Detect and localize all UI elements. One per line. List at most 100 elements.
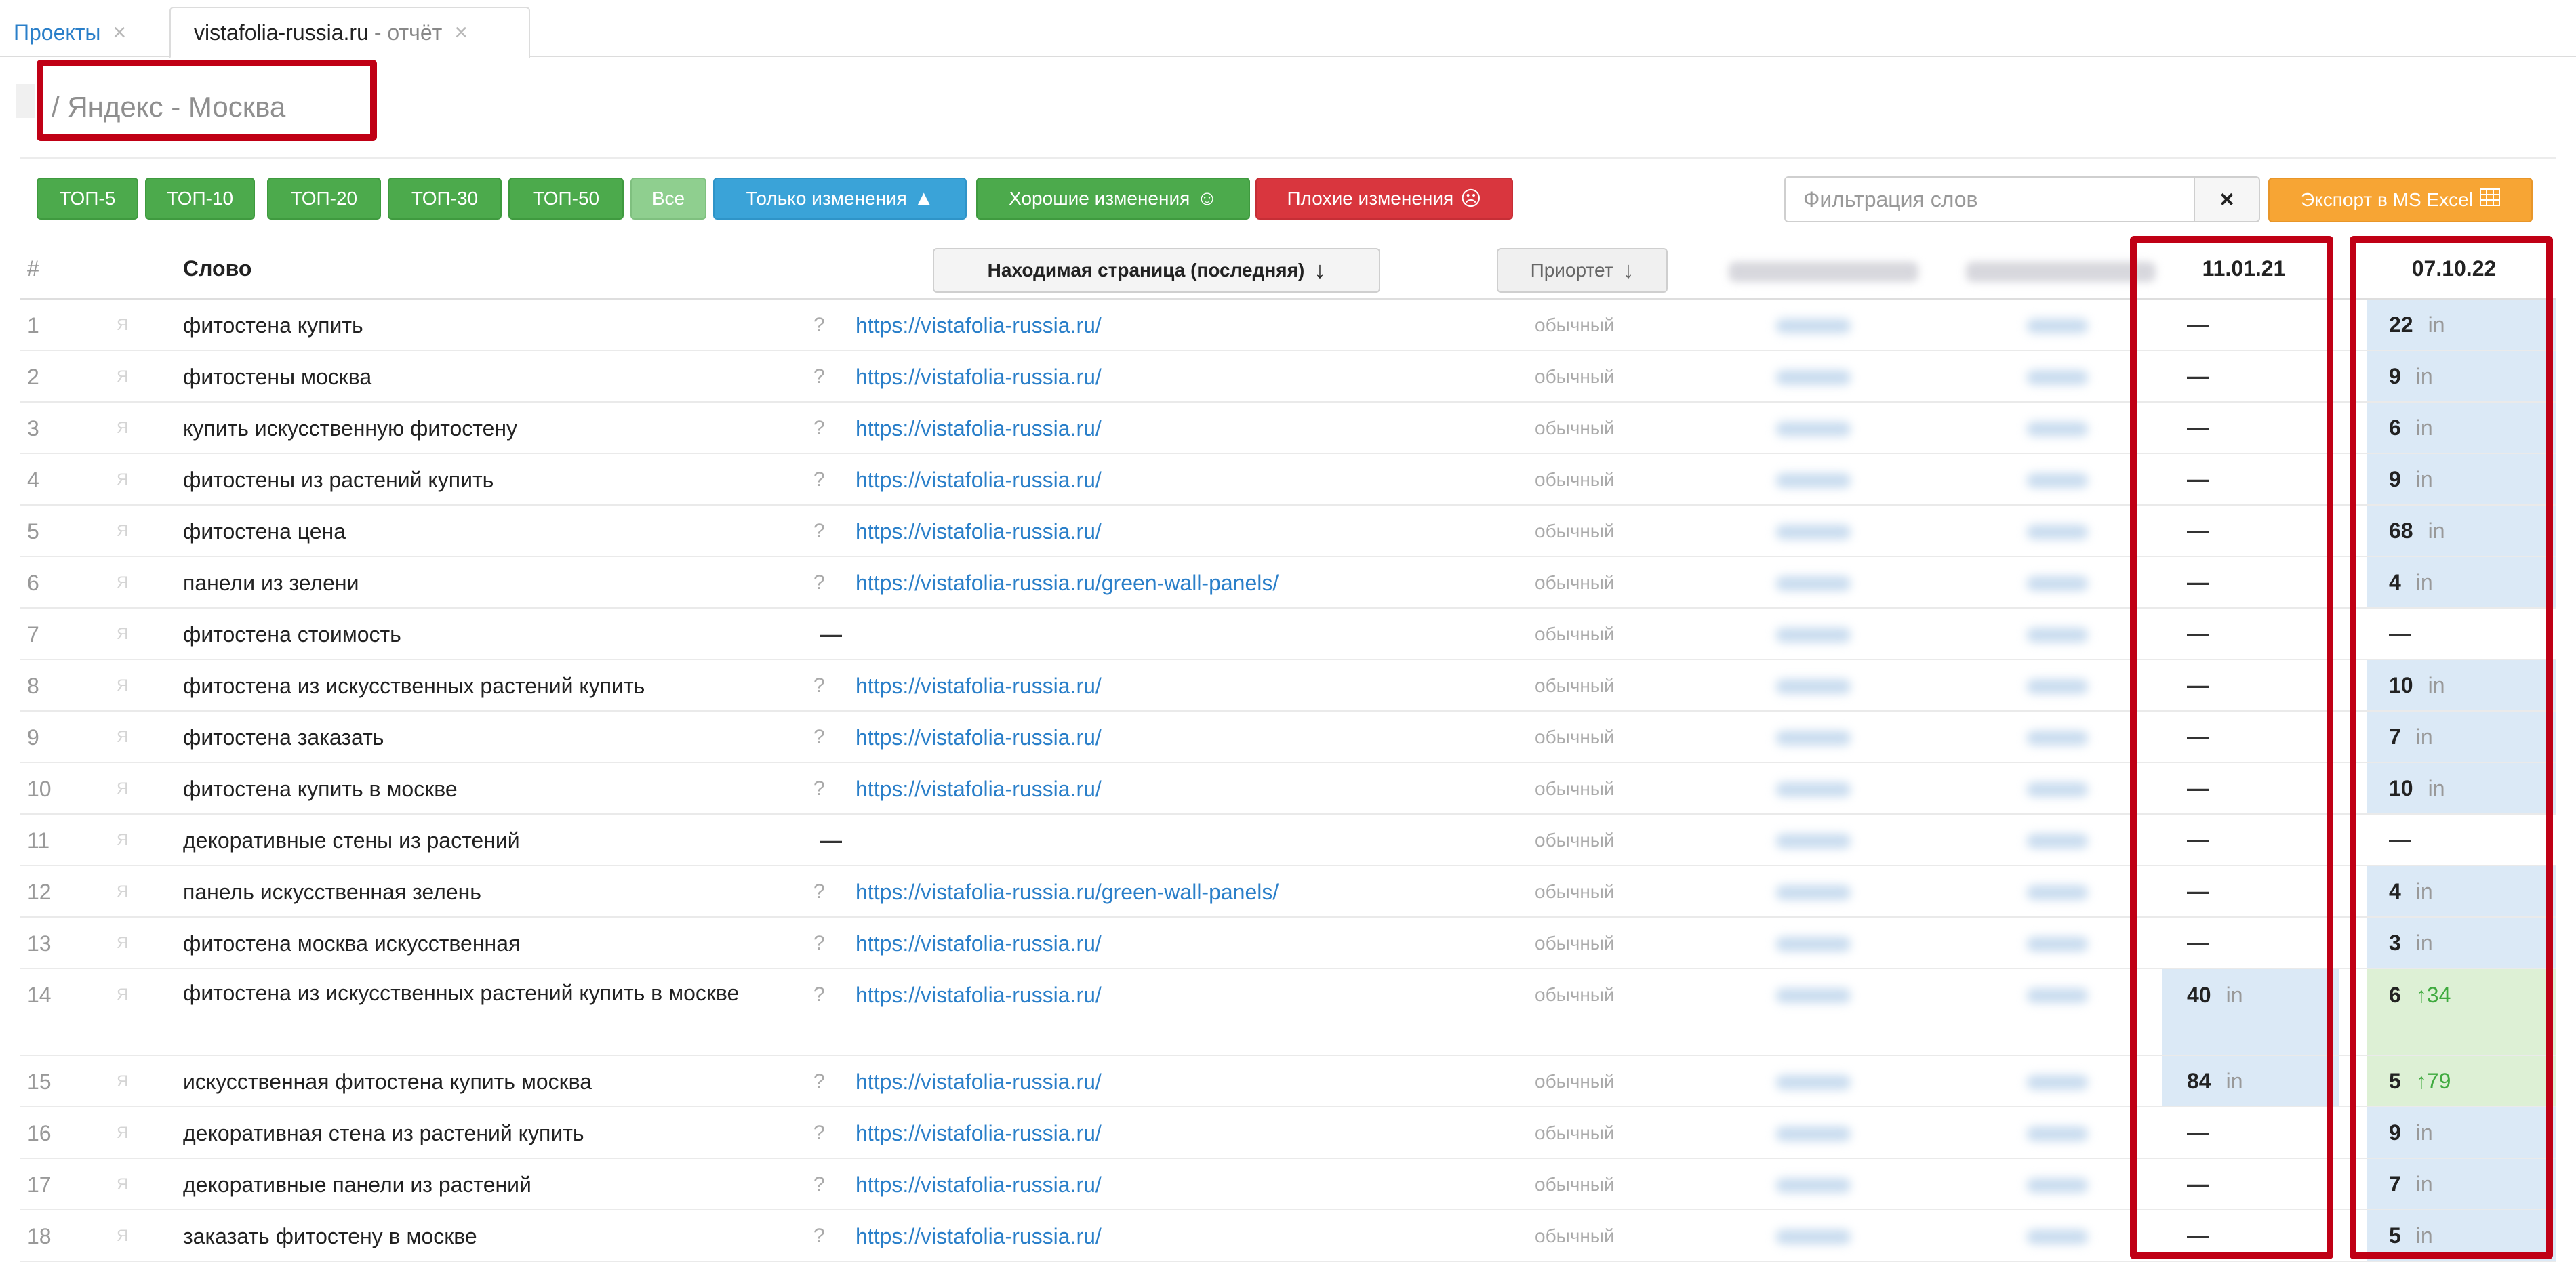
priority-value: обычный [1535,675,1615,696]
keyword: фитостена купить [183,313,363,338]
tab-projects[interactable]: Проекты × [14,7,126,58]
keyword: фитостена заказать [183,725,384,750]
divider [20,157,2556,159]
export-excel-button[interactable]: Экспорт в MS Excel [2268,178,2533,222]
found-page-link[interactable]: https://vistafolia-russia.ru/ [856,712,1102,763]
keyword: фитостена купить в москве [183,777,458,801]
found-page-link[interactable]: https://vistafolia-russia.ru/ [856,969,1102,1021]
blurred-value [1776,319,1851,333]
close-icon[interactable]: × [113,20,126,46]
help-icon[interactable]: ? [813,300,825,351]
row-number: 3 [27,415,39,441]
priority-value: обычный [1535,469,1615,490]
top5-button[interactable]: ТОП-5 [37,178,138,220]
top30-button[interactable]: ТОП-30 [388,178,502,220]
top20-button[interactable]: ТОП-20 [267,178,381,220]
help-icon[interactable]: ? [813,351,825,403]
yandex-icon: Я [117,985,129,1004]
yandex-icon: Я [117,676,129,695]
found-page-link[interactable]: https://vistafolia-russia.ru/ [856,300,1102,351]
bad-changes-button[interactable]: Плохие изменения ☹ [1255,178,1513,220]
help-icon[interactable]: ? [813,918,825,969]
row-number: 10 [27,776,52,801]
table-icon [2479,188,2500,211]
found-page-link[interactable]: https://vistafolia-russia.ru/ [856,506,1102,557]
keyword: заказать фитостену в москве [183,1224,477,1248]
row-number: 15 [27,1069,52,1094]
row-number: 1 [27,312,39,338]
sort-down-arrow-icon: ↓ [1622,257,1634,283]
found-page-link[interactable]: https://vistafolia-russia.ru/ [856,351,1102,403]
help-icon[interactable]: ? [813,403,825,454]
help-icon[interactable]: ? [813,712,825,763]
yandex-icon: Я [117,522,129,540]
found-page-link[interactable]: https://vistafolia-russia.ru/ [856,1056,1102,1107]
found-page-link[interactable]: https://vistafolia-russia.ru/ [856,1107,1102,1159]
keyword: фитостены из растений купить [183,468,494,492]
blurred-value [2027,319,2088,333]
keyword: фитостена стоимость [183,622,401,647]
yandex-icon: Я [117,573,129,592]
help-icon[interactable]: ? [813,1107,825,1159]
keyword: фитостена из искусственных растений купи… [183,674,645,698]
blurred-value [2027,937,2088,952]
sort-page-label: Находимая страница (последняя) [987,260,1305,281]
close-icon[interactable]: × [454,20,468,46]
sort-page-button[interactable]: Находимая страница (последняя) ↓ [933,248,1380,293]
found-page-link[interactable]: https://vistafolia-russia.ru/green-wall-… [856,866,1279,918]
top50-button[interactable]: ТОП-50 [508,178,624,220]
yandex-icon: Я [117,1072,129,1090]
help-icon[interactable]: ? [813,969,825,1021]
breadcrumb-stub [16,84,35,118]
yandex-icon: Я [117,831,129,849]
found-page-link[interactable]: https://vistafolia-russia.ru/green-wall-… [856,557,1279,609]
row-number: 4 [27,467,39,492]
filter-clear-button[interactable]: × [2194,176,2260,222]
help-icon[interactable]: ? [813,1210,825,1262]
all-button[interactable]: Все [630,178,706,220]
tab-report[interactable]: vistafolia-russia.ru - отчёт × [169,7,530,58]
only-changes-button[interactable]: Только изменения ▲ [713,178,967,220]
priority-value: обычный [1535,933,1615,954]
keyword: декоративные панели из растений [183,1173,531,1197]
top10-button[interactable]: ТОП-10 [145,178,255,220]
help-icon[interactable]: ? [813,660,825,712]
help-icon[interactable]: ? [813,1159,825,1210]
good-changes-label: Хорошие изменения [1009,188,1190,209]
blurred-value [1776,988,1851,1003]
priority-value: обычный [1535,881,1615,902]
yandex-icon: Я [117,1175,129,1194]
priority-value: обычный [1535,1174,1615,1195]
blurred-value [1776,731,1851,746]
help-icon[interactable]: ? [813,506,825,557]
found-page-link[interactable]: https://vistafolia-russia.ru/ [856,1159,1102,1210]
good-changes-button[interactable]: Хорошие изменения ☺ [976,178,1250,220]
help-icon[interactable]: ? [813,866,825,918]
blurred-value [2027,628,2088,643]
keyword: купить искусственную фитостену [183,416,518,441]
help-icon[interactable]: ? [813,1056,825,1107]
help-icon[interactable]: ? [813,454,825,506]
priority-value: обычный [1535,572,1615,593]
tab-report-label: vistafolia-russia.ru [194,20,369,45]
sort-priority-button[interactable]: Приортет ↓ [1497,248,1668,293]
yandex-icon: Я [117,625,129,643]
sort-priority-label: Приортет [1530,260,1613,281]
blurred-value [2027,1126,2088,1141]
yandex-icon: Я [117,316,129,334]
blurred-value [2027,885,2088,900]
found-page-link[interactable]: https://vistafolia-russia.ru/ [856,1210,1102,1262]
help-icon[interactable]: ? [813,557,825,609]
sort-down-arrow-icon: ↓ [1314,257,1326,283]
priority-value: обычный [1535,314,1615,335]
found-page-link[interactable]: https://vistafolia-russia.ru/ [856,763,1102,815]
found-page-link[interactable]: https://vistafolia-russia.ru/ [856,403,1102,454]
help-icon[interactable]: ? [813,763,825,815]
found-page-link[interactable]: https://vistafolia-russia.ru/ [856,454,1102,506]
found-page-link[interactable]: https://vistafolia-russia.ru/ [856,660,1102,712]
tab-bar: Проекты × vistafolia-russia.ru - отчёт × [0,0,2576,58]
blurred-value [2027,473,2088,488]
filter-input[interactable] [1784,176,2195,222]
found-page-link[interactable]: https://vistafolia-russia.ru/ [856,918,1102,969]
keyword: декоративная стена из растений купить [183,1121,584,1145]
